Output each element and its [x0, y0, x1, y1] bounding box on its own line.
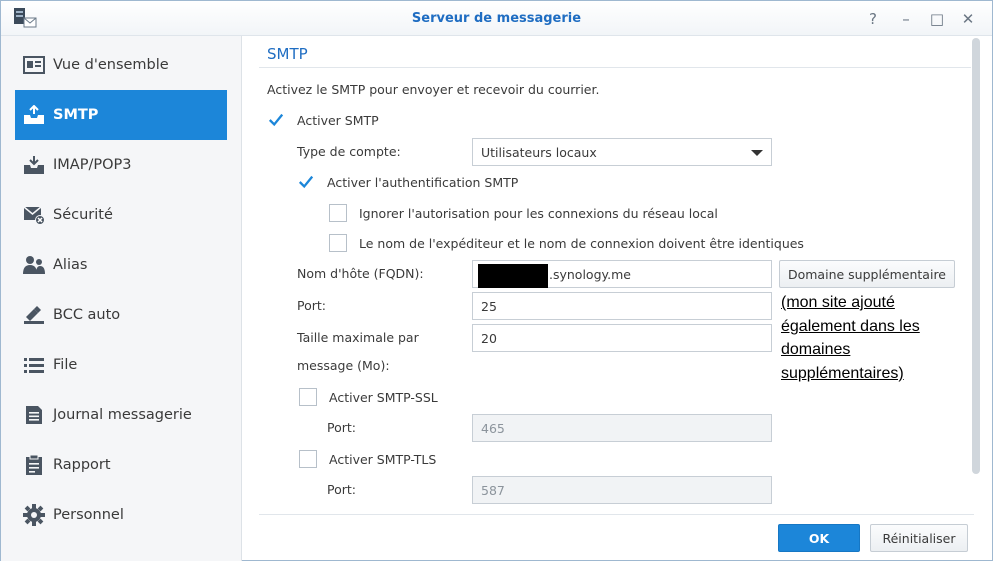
- max-size-value: 20: [481, 330, 497, 346]
- smtp-tls-checkbox[interactable]: Activer SMTP-TLS: [299, 450, 436, 468]
- sidebar: Vue d'ensemble SMTP IMAP/POP3 Sécurité A…: [1, 36, 242, 561]
- bcc-icon: [15, 305, 53, 325]
- sender-login-identical-checkbox[interactable]: Le nom de l'expéditeur et le nom de conn…: [329, 234, 804, 252]
- ssl-port-value: 465: [481, 420, 505, 436]
- checkbox-box: [329, 234, 347, 252]
- close-icon[interactable]: ✕: [958, 9, 978, 29]
- smtp-description: Activez le SMTP pour envoyer et recevoir…: [267, 82, 600, 97]
- window-title: Serveur de messagerie: [411, 11, 582, 26]
- hostname-value: .synology.me: [549, 267, 631, 282]
- personal-gear-icon: [15, 504, 53, 526]
- chevron-down-icon: [751, 150, 763, 156]
- sidebar-item-label: BCC auto: [53, 307, 121, 323]
- reset-button[interactable]: Réinitialiser: [870, 524, 968, 552]
- smtp-auth-checkbox[interactable]: Activer l'authentification SMTP: [297, 173, 518, 191]
- sidebar-item-alias[interactable]: Alias: [15, 240, 227, 290]
- annotation-line: également dans les: [781, 317, 920, 335]
- smtp-ssl-checkbox[interactable]: Activer SMTP-SSL: [299, 388, 438, 406]
- max-size-input[interactable]: 20: [472, 324, 772, 352]
- port-value: 25: [481, 298, 497, 314]
- sidebar-item-bcc-auto[interactable]: BCC auto: [15, 290, 227, 340]
- sidebar-item-label: IMAP/POP3: [53, 157, 132, 173]
- hostname-input[interactable]: .synology.me: [472, 260, 772, 288]
- account-type-value: Utilisateurs locaux: [481, 144, 597, 160]
- ignore-auth-local-label: Ignorer l'autorisation pour les connexio…: [359, 205, 718, 221]
- enable-smtp-checkbox[interactable]: Activer SMTP: [267, 111, 379, 129]
- tls-port-value: 587: [481, 482, 505, 498]
- user-annotation: (mon site ajouté également dans les doma…: [781, 291, 956, 385]
- tls-port-label: Port:: [327, 482, 356, 497]
- report-clipboard-icon: [15, 454, 53, 476]
- ignore-auth-local-checkbox[interactable]: Ignorer l'autorisation pour les connexio…: [329, 204, 718, 222]
- max-size-label-line2: message (Mo):: [297, 358, 390, 373]
- smtp-inbox-icon: [15, 105, 53, 125]
- sidebar-item-overview[interactable]: Vue d'ensemble: [15, 40, 227, 90]
- sidebar-item-label: Sécurité: [53, 207, 113, 223]
- mail-server-window: Serveur de messagerie ? – □ ✕ Vue d'ense…: [0, 0, 993, 561]
- max-size-label-line1: Taille maximale par: [297, 330, 419, 345]
- port-input[interactable]: 25: [472, 292, 772, 320]
- ssl-port-input[interactable]: 465: [472, 414, 772, 442]
- title-bar: Serveur de messagerie ? – □ ✕: [1, 1, 992, 36]
- sidebar-item-label: Journal messagerie: [53, 407, 192, 423]
- checkmark-icon: [297, 173, 315, 191]
- checkmark-icon: [267, 111, 285, 129]
- help-icon[interactable]: ?: [863, 9, 883, 29]
- sidebar-item-label: SMTP: [53, 107, 99, 123]
- sidebar-item-label: File: [53, 357, 78, 373]
- annotation-line: (mon site ajouté: [781, 294, 895, 311]
- queue-list-icon: [15, 356, 53, 374]
- extra-domain-button[interactable]: Domaine supplémentaire: [779, 260, 955, 288]
- vertical-scrollbar[interactable]: [972, 38, 980, 474]
- account-type-label: Type de compte:: [297, 144, 401, 159]
- account-type-select[interactable]: Utilisateurs locaux: [472, 138, 772, 166]
- enable-smtp-label: Activer SMTP: [297, 112, 379, 128]
- sidebar-item-smtp[interactable]: SMTP: [15, 90, 227, 140]
- annotation-line: supplémentaires): [781, 364, 904, 382]
- ok-button[interactable]: OK: [778, 524, 860, 552]
- checkbox-box: [329, 204, 347, 222]
- main-panel: SMTP Activez le SMTP pour envoyer et rec…: [243, 36, 992, 561]
- smtp-ssl-label: Activer SMTP-SSL: [329, 389, 438, 405]
- footer-divider: [259, 514, 974, 515]
- sidebar-item-security[interactable]: Sécurité: [15, 190, 227, 240]
- sidebar-item-queue[interactable]: File: [15, 340, 227, 390]
- security-mail-icon: [15, 205, 53, 225]
- section-divider: [259, 67, 971, 68]
- minimize-icon[interactable]: –: [896, 9, 916, 29]
- checkbox-box: [299, 388, 317, 406]
- maximize-icon[interactable]: □: [927, 9, 947, 29]
- smtp-tls-label: Activer SMTP-TLS: [329, 451, 437, 467]
- checkbox-box: [299, 450, 317, 468]
- ssl-port-label: Port:: [327, 420, 356, 435]
- sidebar-item-imap-pop3[interactable]: IMAP/POP3: [15, 140, 227, 190]
- tls-port-input[interactable]: 587: [472, 476, 772, 504]
- overview-icon: [15, 56, 53, 74]
- annotation-line: domaines: [781, 341, 851, 358]
- sidebar-item-label: Alias: [53, 257, 88, 273]
- sender-login-identical-label: Le nom de l'expéditeur et le nom de conn…: [359, 235, 804, 251]
- mail-log-icon: [15, 405, 53, 425]
- sidebar-item-report[interactable]: Rapport: [15, 440, 227, 490]
- sidebar-item-label: Rapport: [53, 457, 111, 473]
- sidebar-item-label: Personnel: [53, 507, 124, 523]
- smtp-auth-label: Activer l'authentification SMTP: [327, 174, 519, 190]
- alias-users-icon: [15, 255, 53, 275]
- sidebar-item-label: Vue d'ensemble: [53, 57, 169, 73]
- sidebar-item-mail-log[interactable]: Journal messagerie: [15, 390, 227, 440]
- imap-download-icon: [15, 155, 53, 175]
- section-title: SMTP: [267, 45, 308, 63]
- redaction-block: [478, 264, 548, 288]
- port-label: Port:: [297, 298, 326, 313]
- sidebar-item-personal[interactable]: Personnel: [15, 490, 227, 540]
- hostname-label: Nom d'hôte (FQDN):: [297, 266, 424, 281]
